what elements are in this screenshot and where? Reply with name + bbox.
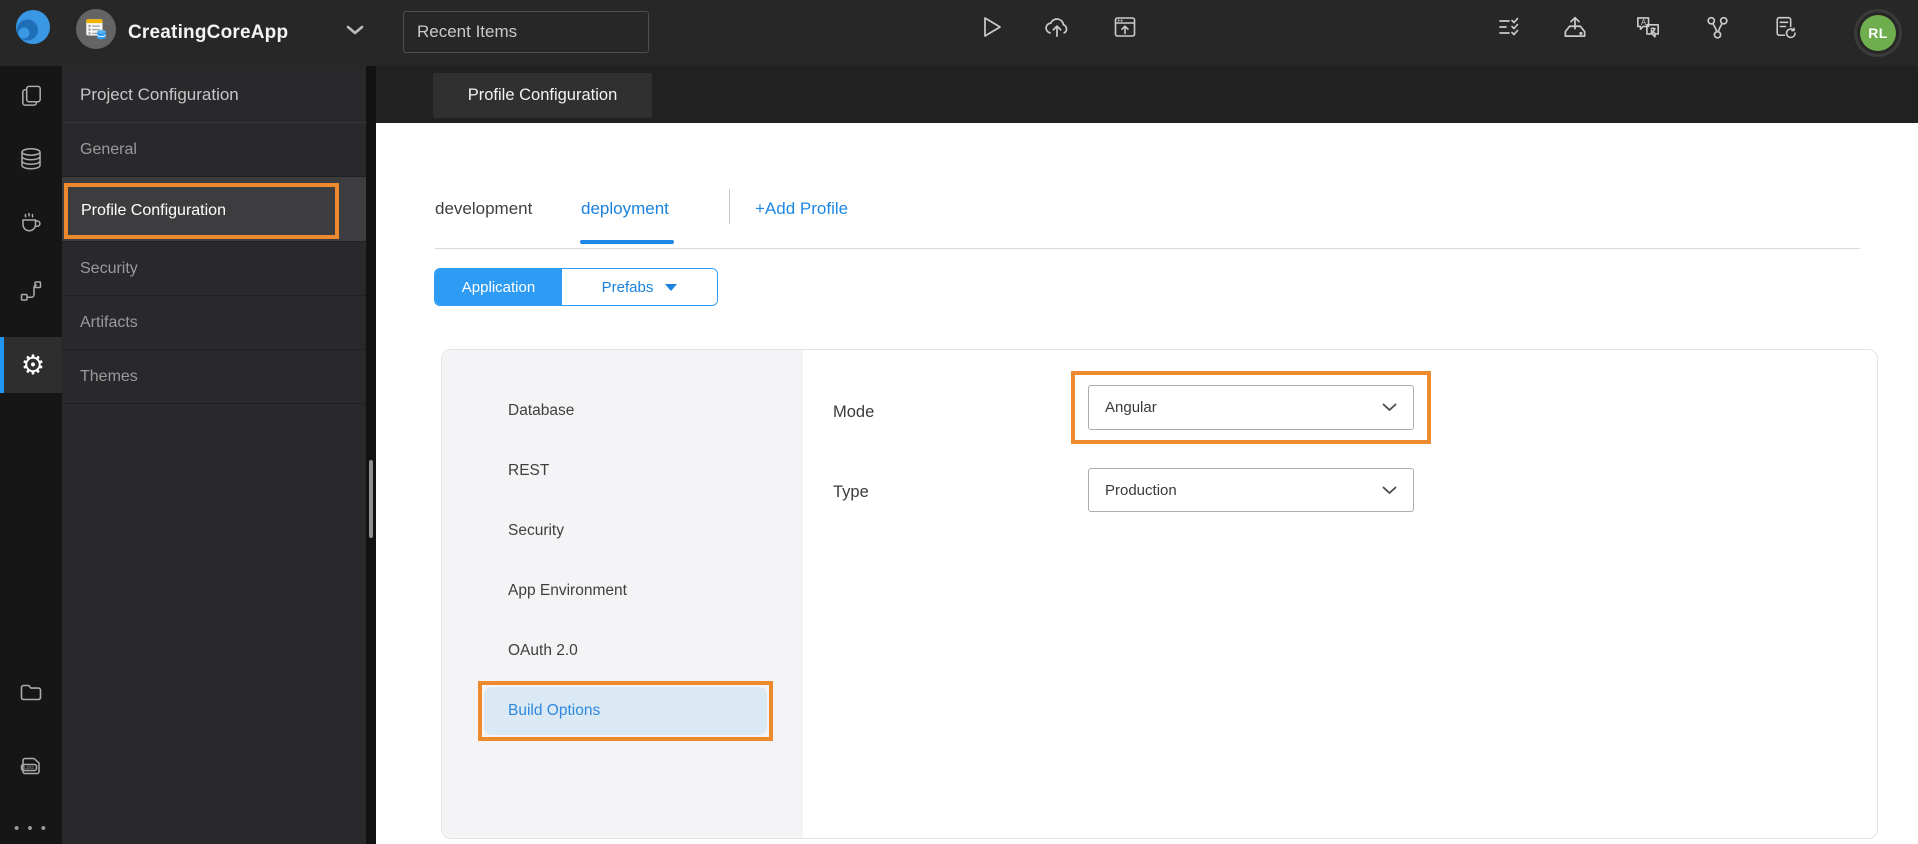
java-cup-icon (22, 212, 41, 232)
orange-highlight-box: Angular (1071, 371, 1431, 444)
rail-item-pages[interactable] (0, 68, 62, 122)
wavemaker-logo-icon[interactable] (12, 6, 54, 48)
orange-highlight-box: Build Options (478, 681, 773, 741)
project-icon[interactable] (76, 9, 116, 49)
tab-divider (729, 189, 730, 224)
sidebar-item-profile-configuration[interactable]: Profile Configuration (62, 177, 366, 242)
ellipsis-icon: • • • (13, 819, 49, 837)
rail-item-java[interactable] (0, 195, 62, 249)
file-sync-icon (1775, 16, 1796, 38)
caret-down-icon (665, 283, 678, 291)
build-options-label: Build Options (508, 702, 601, 719)
checklist-icon (1499, 17, 1519, 36)
export-drive-icon (1564, 16, 1586, 37)
profile-settings-card: Database REST Security App Environment O… (441, 349, 1878, 839)
translate-letter: A (1641, 18, 1647, 27)
profile-configuration-panel: development deployment +Add Profile Appl… (376, 123, 1918, 844)
topbar: CreatingCoreApp Recent Items A RL (0, 0, 1918, 66)
rail-item-more[interactable]: • • • (0, 801, 62, 844)
mini-database-icon (96, 29, 107, 40)
sync-button[interactable] (1769, 11, 1801, 43)
mode-select[interactable]: Angular (1088, 385, 1414, 430)
add-profile-button[interactable]: +Add Profile (755, 199, 848, 219)
api-connector-icon (20, 281, 42, 301)
export-button[interactable] (1559, 11, 1591, 43)
sidebar-item-artifacts[interactable]: Artifacts (62, 296, 366, 350)
window-upload-icon (1114, 17, 1136, 37)
type-value: Production (1105, 481, 1177, 499)
nav-item-build-options[interactable]: Build Options (484, 687, 767, 735)
rail-item-files[interactable] (0, 665, 62, 719)
tab-development[interactable]: development (435, 199, 532, 219)
project-menu-caret[interactable] (346, 25, 364, 35)
user-avatar[interactable]: RL (1854, 9, 1902, 57)
vcs-button[interactable] (1701, 11, 1733, 43)
gear-icon: ⚙ (20, 349, 46, 381)
folder-icon (20, 684, 42, 701)
settings-sidebar: Project Configuration General Profile Co… (62, 66, 366, 844)
sidebar-item-label: Profile Configuration (81, 202, 226, 219)
play-icon (984, 17, 1001, 37)
deploy-button[interactable] (1041, 11, 1073, 43)
nav-item-oauth[interactable]: OAuth 2.0 (442, 621, 803, 681)
orange-highlight-box: Profile Configuration (64, 183, 339, 239)
nav-item-database[interactable]: Database (442, 381, 803, 441)
tabs-rule (435, 248, 1860, 249)
wave-icon (16, 10, 50, 44)
project-list-icon (86, 19, 107, 40)
prefabs-label: Prefabs (601, 278, 654, 296)
share-nodes-icon (1706, 16, 1728, 39)
log-file-icon: LOG (20, 757, 40, 775)
sidebar-item-security[interactable]: Security (62, 242, 366, 296)
type-label: Type (833, 483, 869, 501)
rail-item-logs[interactable]: LOG (0, 739, 62, 793)
chevron-down-icon (346, 25, 364, 35)
sidebar-item-themes[interactable]: Themes (62, 350, 366, 404)
log-label: LOG (24, 765, 34, 771)
rail-item-apis[interactable] (0, 264, 62, 318)
recent-items-input[interactable] (403, 11, 649, 53)
rail-item-database[interactable] (0, 132, 62, 186)
avatar-initials: RL (1860, 15, 1896, 51)
nav-item-security[interactable]: Security (442, 501, 803, 561)
language-bubbles-icon: A (1637, 17, 1659, 38)
sidebar-scrollbar-thumb[interactable] (369, 460, 373, 538)
chevron-down-icon (1382, 486, 1397, 494)
open-tab-profile-configuration[interactable]: Profile Configuration (433, 73, 652, 118)
mode-value: Angular (1105, 399, 1157, 416)
cloud-upload-icon (1045, 18, 1068, 37)
prefabs-toggle-button[interactable]: Prefabs (562, 269, 717, 305)
nav-item-rest[interactable]: REST (442, 441, 803, 501)
pages-icon (21, 85, 41, 106)
mode-label: Mode (833, 403, 875, 421)
project-name[interactable]: CreatingCoreApp (128, 0, 288, 66)
app-window: CreatingCoreApp Recent Items A RL ⚙ LOG … (0, 0, 1918, 844)
preview-button[interactable] (1109, 11, 1141, 43)
sidebar-scrollbar-track (366, 66, 376, 844)
translate-button[interactable]: A (1632, 11, 1664, 43)
jobs-button[interactable] (1493, 11, 1525, 43)
sidebar-title: Project Configuration (62, 66, 366, 123)
database-icon (21, 148, 41, 170)
chevron-down-icon (1382, 403, 1397, 411)
settings-category-nav: Database REST Security App Environment O… (442, 350, 803, 838)
tab-deployment[interactable]: deployment (581, 199, 669, 219)
sidebar-item-general[interactable]: General (62, 123, 366, 177)
rail-item-settings[interactable]: ⚙ (0, 337, 62, 393)
type-select[interactable]: Production (1088, 468, 1414, 512)
active-tab-underline (580, 240, 674, 244)
nav-item-app-environment[interactable]: App Environment (442, 561, 803, 621)
target-toggle: Application Prefabs (434, 268, 718, 306)
module-rail: ⚙ LOG • • • (0, 66, 62, 844)
open-tabs-strip: Profile Configuration (376, 66, 1918, 123)
application-toggle-button[interactable]: Application (435, 269, 562, 305)
run-button[interactable] (974, 11, 1006, 43)
